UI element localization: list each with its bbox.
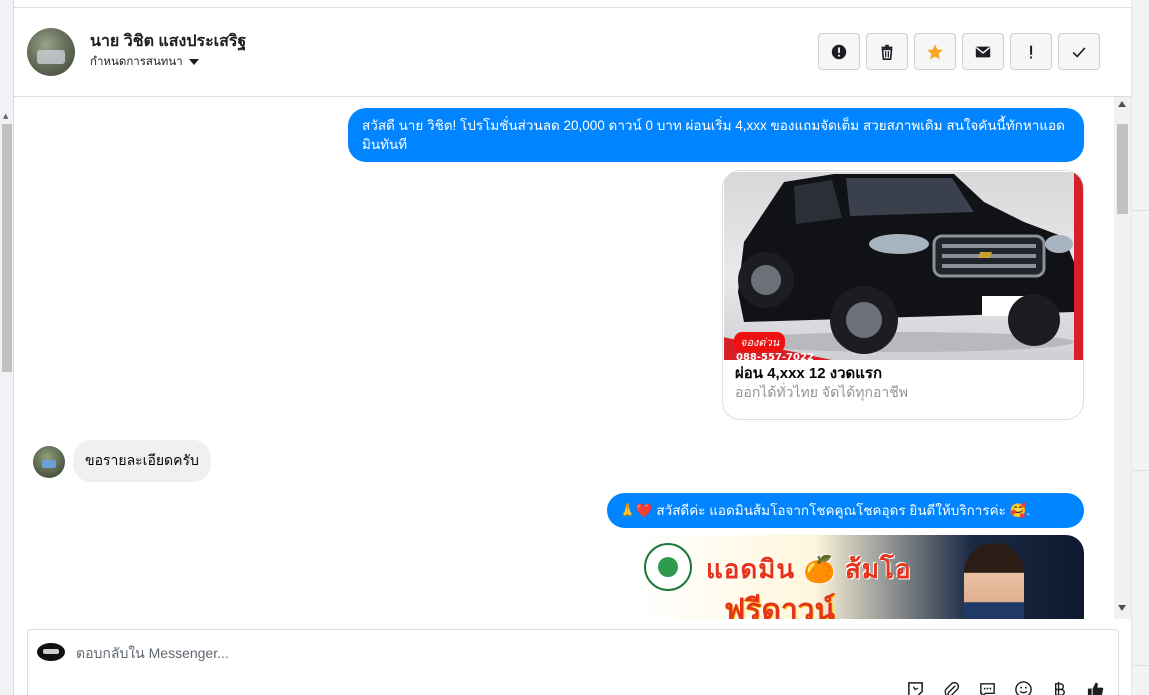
conversation-header: นาย วิชิต แสงประเสริฐ กำหนดการสนทนา [14,8,1131,97]
admin-photo [964,543,1024,619]
mark-done-button[interactable] [1058,33,1100,70]
star-button[interactable] [914,33,956,70]
delete-button[interactable] [866,33,908,70]
red-frame [1074,172,1083,360]
car-photo[interactable]: จองด่วน 088-557-7022 [724,172,1083,360]
left-scrollbar-thumb[interactable] [2,124,12,372]
reply-composer [27,629,1119,695]
payment-button[interactable] [1048,678,1070,695]
report-spam-button[interactable] [818,33,860,70]
conversation-settings-label: กำหนดการสนทนา [90,56,183,68]
emoji-button[interactable] [1012,678,1034,695]
sticker-button[interactable] [904,678,926,695]
scroll-up-arrow-icon[interactable]: ▲ [3,112,8,120]
phone-number: 088-557-7022 [736,352,814,360]
composer-tools [904,678,1106,695]
messenger-inbox-page: ▲ นาย วิชิต แสงประเสริฐ กำหนดการสนทนา สว… [0,0,1149,695]
message-text: ขอรายละเอียดครับ [85,452,199,468]
alert-circle-icon [831,44,847,59]
page-avatar [37,643,65,661]
header-actions [818,33,1100,70]
message-thread[interactable]: สวัสดี นาย วิชิต! โปรโมชั่นส่วนลด 20,000… [14,97,1131,619]
baht-icon [1054,681,1065,695]
card-subtitle: ออกได้ทั่วไทย จัดได้ทุกอาชีพ [735,384,909,400]
thumbs-up-icon [1087,682,1103,695]
paperclip-icon [944,681,959,695]
contact-avatar[interactable] [27,28,75,76]
promo-line-1: แอดมิน 🍊 ส้มโอ [706,554,912,584]
contact-name[interactable]: นาย วิชิต แสงประเสริฐ [90,29,246,54]
saved-reply-icon [979,682,995,695]
right-panel-edge [1131,0,1149,695]
left-scrollbar[interactable]: ▲ [0,0,14,695]
dealer-logo [644,543,692,591]
caret-down-icon [188,59,199,65]
admin-promo-image[interactable]: แอดมิน 🍊 ส้มโอ ฟรีดาวน์ [634,535,1084,619]
reply-input[interactable] [76,643,676,663]
promo-line-2: ฟรีดาวน์ [724,594,836,619]
sticker-icon [907,681,923,695]
exclamation-icon [1030,45,1033,58]
check-icon [1072,46,1086,58]
envelope-icon [975,46,991,57]
urgent-tag: จองด่วน [734,332,786,352]
thread-scrollbar[interactable] [1114,97,1131,619]
attach-button[interactable] [940,678,962,695]
message-text: สวัสดี นาย วิชิต! โปรโมชั่นส่วนลด 20,000… [362,118,1065,152]
incoming-message[interactable]: ขอรายละเอียดครับ [73,440,211,482]
scroll-up-icon[interactable] [1118,101,1126,107]
scroll-down-icon[interactable] [1118,605,1126,611]
trash-icon [881,44,893,60]
message-text: 🙏❤️ สวัสดีค่ะ แอดมินส้มโอจากโชคคูณโชคอุด… [619,503,1031,518]
promo-card-message[interactable]: จองด่วน 088-557-7022 ผ่อน 4,xxx 12 งวดแร… [722,170,1084,420]
contact-avatar-small[interactable] [33,446,65,478]
star-icon [927,43,943,59]
conversation-settings-dropdown[interactable]: กำหนดการสนทนา [90,53,199,71]
thread-scrollbar-thumb[interactable] [1117,124,1128,214]
outgoing-message[interactable]: สวัสดี นาย วิชิต! โปรโมชั่นส่วนลด 20,000… [348,108,1084,162]
follow-up-button[interactable] [1010,33,1052,70]
like-button[interactable] [1084,678,1106,695]
outgoing-message[interactable]: 🙏❤️ สวัสดีค่ะ แอดมินส้มโอจากโชคคูณโชคอุด… [607,493,1084,528]
mark-unread-button[interactable] [962,33,1004,70]
saved-replies-button[interactable] [976,678,998,695]
emoji-icon [1014,680,1032,695]
